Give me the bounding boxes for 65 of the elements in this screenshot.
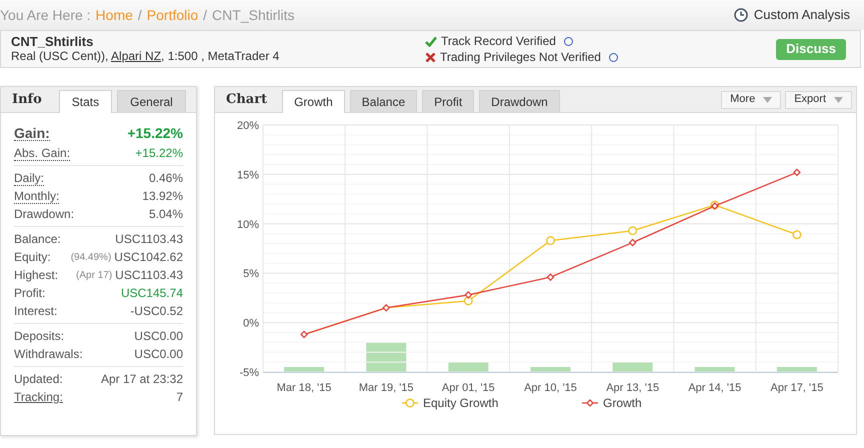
stat-value: +15.22% <box>127 124 183 142</box>
panel-title: Info <box>12 90 42 109</box>
menu-button[interactable]: Export <box>785 90 852 108</box>
stat-label: Deposits: <box>14 329 64 343</box>
tab[interactable]: Drawdown <box>479 90 560 112</box>
tab[interactable]: Balance <box>350 90 418 112</box>
legend-label[interactable]: Equity Growth <box>423 396 498 410</box>
x-tick-label: Apr 13, '15 <box>606 382 660 394</box>
stat-label: Withdrawals: <box>14 347 83 361</box>
breadcrumb-label: You Are Here : <box>0 6 91 24</box>
x-tick-label: Mar 18, '15 <box>276 382 332 394</box>
menu-button[interactable]: More <box>721 90 782 108</box>
stat-label: Updated: <box>14 372 63 386</box>
x-tick-label: Mar 19, '15 <box>358 382 414 394</box>
stat-value: 0.46% <box>148 170 183 187</box>
broker-link[interactable]: Alpari NZ <box>111 49 162 63</box>
legend-label[interactable]: Growth <box>603 396 642 410</box>
stat-label: Interest: <box>14 304 58 318</box>
stat-label[interactable]: Monthly: <box>14 188 60 204</box>
stat-label[interactable]: Abs. Gain: <box>14 146 70 160</box>
stat-label[interactable]: Daily: <box>14 170 44 186</box>
y-tick-label: 0% <box>243 318 259 330</box>
stat-value: 7 <box>176 389 183 406</box>
x-tick-label: Apr 14, '15 <box>688 382 742 394</box>
stat-value: USC1103.43 <box>115 267 183 284</box>
y-tick-label: 20% <box>236 120 259 132</box>
tab[interactable]: Profit <box>422 90 474 112</box>
x-tick-label: Apr 17, '15 <box>770 382 824 394</box>
x-tick-label: Apr 01, '15 <box>442 382 495 394</box>
y-tick-label: 15% <box>236 169 259 182</box>
breadcrumb-separator: / <box>203 6 208 24</box>
breadcrumb-separator: / <box>138 6 142 24</box>
stat-value: USC1103.43 <box>115 231 183 248</box>
y-tick-label: 5% <box>243 268 259 280</box>
stat-value: USC145.74 <box>120 285 183 302</box>
account-name: CNT_Shtirlits <box>11 34 94 49</box>
stat-label[interactable]: Tracking: <box>14 390 63 404</box>
stat-value: 5.04% <box>148 206 183 223</box>
stat-note: (Apr 17) <box>76 268 112 282</box>
y-tick-label: 10% <box>236 218 259 231</box>
tab[interactable]: Growth <box>282 90 345 113</box>
stat-label: Drawdown: <box>14 207 74 221</box>
breadcrumb-current: CNT_Shtirlits <box>212 6 295 25</box>
x-tick-label: Apr 10, '15 <box>524 382 577 394</box>
verification-status: Track Record Verified <box>441 34 556 48</box>
stat-value: 13.92% <box>142 188 183 205</box>
stat-value: USC0.00 <box>134 346 183 363</box>
stat-value: +15.22% <box>135 145 183 162</box>
account-details: Real (USC Cent)), Alpari NZ, 1:500 , MetaTrader 4 <box>11 49 280 64</box>
y-tick-label: -5% <box>239 367 259 379</box>
stat-label: Equity: <box>14 250 51 264</box>
custom-analysis-link[interactable]: Custom Analysis <box>734 5 850 25</box>
verification-status: Trading Privileges Not Verified <box>440 50 601 64</box>
stat-label: Profit: <box>14 286 46 300</box>
stat-value: USC0.00 <box>134 328 183 345</box>
stat-note: (94.49%) <box>70 250 112 264</box>
stat-label[interactable]: Gain: <box>14 126 50 140</box>
tab[interactable]: Stats <box>58 90 112 113</box>
stat-label: Highest: <box>14 268 58 282</box>
stat-value: Apr 17 at 23:32 <box>100 371 183 388</box>
panel-title: Chart <box>226 90 268 109</box>
tab[interactable]: General <box>117 90 186 112</box>
stat-value: -USC0.52 <box>130 303 183 320</box>
stat-label: Balance: <box>14 232 61 246</box>
stat-value: USC1042.62 <box>114 249 183 266</box>
